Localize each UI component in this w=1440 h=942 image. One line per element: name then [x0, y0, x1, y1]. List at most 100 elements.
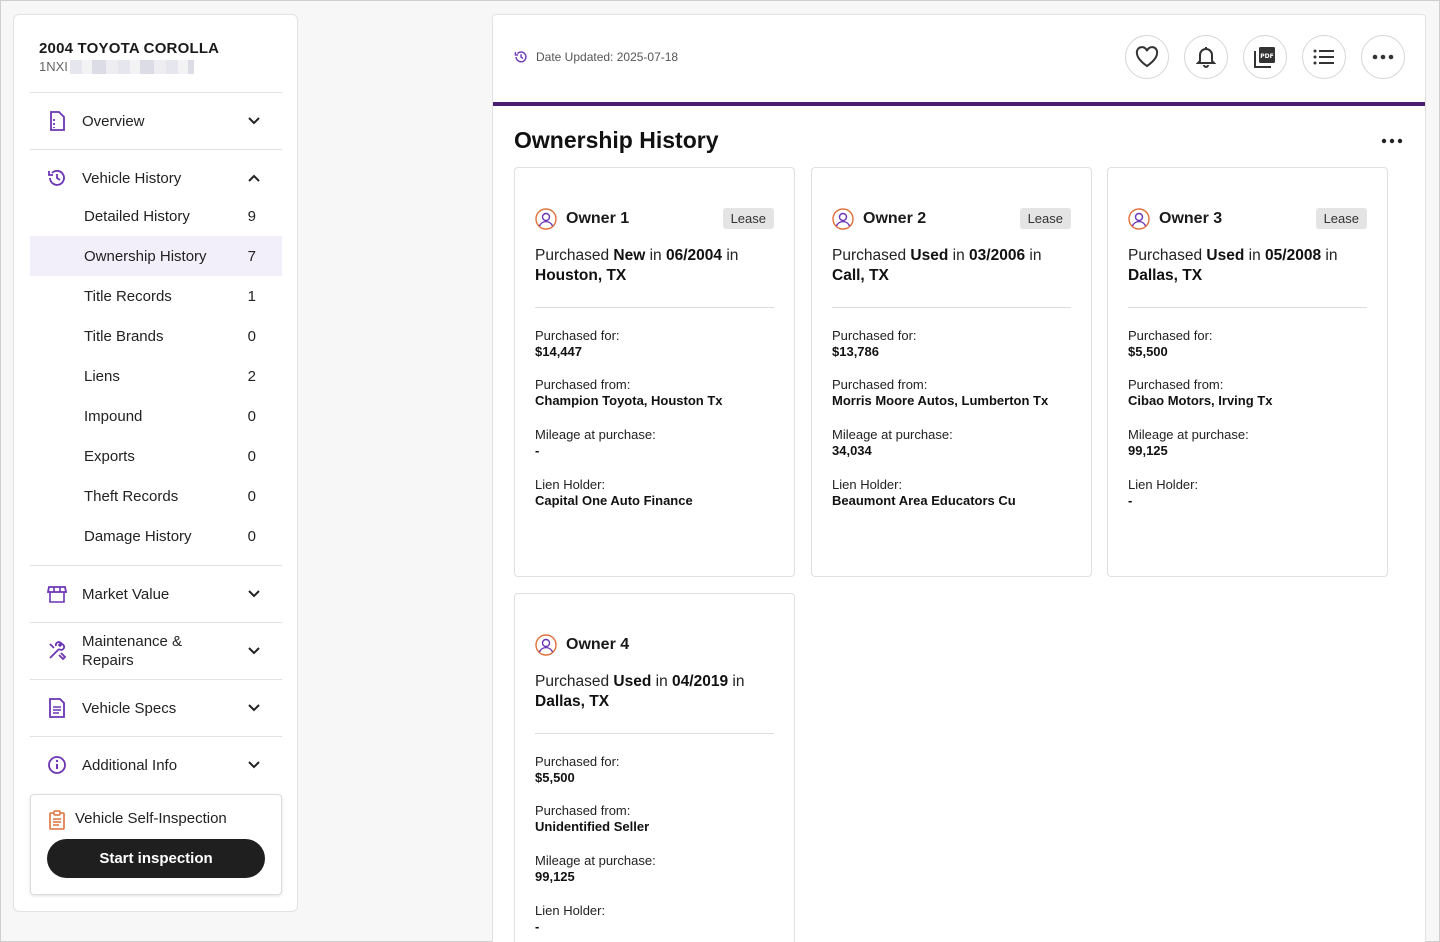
lease-badge: Lease: [722, 208, 774, 229]
sub-count: 0: [247, 327, 256, 345]
in-word: in: [1248, 247, 1261, 264]
purchase-location: Call, TX: [832, 267, 889, 284]
sidebar-item-detailed-history[interactable]: Detailed History 9: [30, 196, 282, 236]
owner-header: Owner 2: [832, 208, 926, 230]
specs-document-icon: [46, 697, 68, 719]
user-circle-icon: [535, 634, 557, 656]
purchase-date: 05/2008: [1265, 247, 1322, 264]
field-label: Purchased for:: [535, 754, 620, 769]
purchased-for: Purchased for: $14,447: [535, 328, 620, 359]
mileage-at-purchase: Mileage at purchase: 99,125: [535, 853, 656, 884]
purchased-from: Purchased from: Morris Moore Autos, Lumbe…: [832, 377, 1048, 408]
nav-overview[interactable]: Overview: [30, 93, 282, 149]
history-icon: [514, 51, 527, 63]
owner-header: Owner 1: [535, 208, 629, 230]
purchased-for: Purchased for: $5,500: [1128, 328, 1213, 359]
field-label: Mileage at purchase:: [1128, 427, 1249, 442]
more-horizontal-icon: [1372, 54, 1394, 60]
nav-maintenance-label: Maintenance & Repairs: [82, 632, 182, 670]
field-value: Morris Moore Autos, Lumberton Tx: [832, 393, 1049, 408]
favorite-button[interactable]: [1125, 35, 1169, 79]
sidebar-item-impound[interactable]: Impound 0: [30, 396, 282, 436]
sidebar-item-title-brands[interactable]: Title Brands 0: [30, 316, 282, 356]
condition: Used: [1206, 247, 1245, 264]
mileage-at-purchase: Mileage at purchase: -: [535, 427, 656, 458]
sub-label: Damage History: [84, 527, 192, 545]
purchase-date: 04/2019: [672, 673, 729, 690]
purchased-word: Purchased: [535, 673, 610, 690]
lease-badge: Lease: [1019, 208, 1071, 229]
document-icon: [46, 110, 68, 132]
field-label: Lien Holder:: [535, 903, 606, 918]
sub-count: 0: [247, 407, 256, 425]
in-word: in: [726, 247, 739, 264]
heart-icon: [1135, 46, 1159, 68]
maintenance-line2: Repairs: [82, 652, 134, 669]
field-value: $5,500: [1128, 344, 1168, 359]
owner-header: Owner 3: [1128, 208, 1222, 230]
main-panel: Date Updated: 2025-07-18 PDF Ownership H…: [492, 14, 1426, 942]
info-icon: [46, 754, 68, 776]
lien-holder: Lien Holder: -: [1128, 477, 1198, 508]
divider: [535, 307, 774, 308]
sub-label: Exports: [84, 447, 135, 465]
chevron-down-icon: [248, 590, 260, 598]
sub-count: 9: [247, 207, 256, 225]
more-horizontal-icon[interactable]: [1381, 133, 1403, 149]
field-value: -: [535, 919, 540, 934]
sub-label: Title Records: [84, 287, 172, 305]
field-value: 99,125: [535, 869, 575, 884]
date-updated: Date Updated: 2025-07-18: [514, 50, 678, 64]
purchased-from: Purchased from: Unidentified Seller: [535, 803, 649, 834]
purchase-summary: Purchased Used in 05/2008 in Dallas, TX: [1128, 246, 1373, 286]
condition: Used: [910, 247, 949, 264]
purchase-summary: Purchased New in 06/2004 in Houston, TX: [535, 246, 780, 286]
maintenance-line1: Maintenance &: [82, 633, 183, 650]
inspection-title: Vehicle Self-Inspection: [75, 810, 227, 827]
nav-vehicle-specs[interactable]: Vehicle Specs: [30, 680, 282, 736]
field-label: Purchased from:: [535, 377, 631, 392]
nav-vehicle-specs-label: Vehicle Specs: [82, 699, 177, 717]
sidebar-item-title-records[interactable]: Title Records 1: [30, 276, 282, 316]
field-value: Beaumont Area Educators Cu: [832, 493, 1016, 508]
nav-additional-info[interactable]: Additional Info: [30, 737, 282, 793]
sub-count: 7: [247, 247, 256, 265]
lien-holder: Lien Holder: Capital One Auto Finance: [535, 477, 693, 508]
divider: [535, 733, 774, 734]
list-view-button[interactable]: [1302, 35, 1346, 79]
field-value: -: [1128, 493, 1133, 508]
nav-market-value[interactable]: Market Value: [30, 566, 282, 622]
lien-holder: Lien Holder: Beaumont Area Educators Cu: [832, 477, 1016, 508]
field-label: Purchased for:: [1128, 328, 1213, 343]
sidebar-item-damage-history[interactable]: Damage History 0: [30, 516, 282, 556]
mileage-at-purchase: Mileage at purchase: 34,034: [832, 427, 953, 458]
sidebar-item-liens[interactable]: Liens 2: [30, 356, 282, 396]
storefront-icon: [46, 583, 68, 605]
sub-label: Detailed History: [84, 207, 190, 225]
field-value: Unidentified Seller: [535, 819, 650, 834]
field-label: Purchased from:: [1128, 377, 1224, 392]
field-value: Capital One Auto Finance: [535, 493, 693, 508]
sidebar-item-ownership-history[interactable]: Ownership History 7: [30, 236, 282, 276]
more-options-button[interactable]: [1361, 35, 1405, 79]
pdf-button[interactable]: PDF: [1243, 35, 1287, 79]
field-value: $13,786: [832, 344, 879, 359]
sidebar-item-theft-records[interactable]: Theft Records 0: [30, 476, 282, 516]
sidebar-item-exports[interactable]: Exports 0: [30, 436, 282, 476]
sub-count: 0: [247, 527, 256, 545]
in-word: in: [1029, 247, 1042, 264]
owner-name: Owner 2: [863, 210, 927, 227]
owner-name: Owner 1: [566, 210, 630, 227]
user-circle-icon: [1128, 208, 1150, 230]
lien-holder: Lien Holder: -: [535, 903, 605, 934]
nav-maintenance-repairs[interactable]: Maintenance & Repairs: [30, 623, 282, 679]
divider: [832, 307, 1071, 308]
chevron-up-icon: [248, 174, 260, 182]
purchased-word: Purchased: [832, 247, 907, 264]
field-label: Lien Holder:: [832, 477, 903, 492]
list-icon: [1313, 49, 1334, 65]
sub-label: Title Brands: [84, 327, 164, 345]
notifications-button[interactable]: [1184, 35, 1228, 79]
start-inspection-button[interactable]: Start inspection: [47, 839, 265, 878]
field-label: Purchased for:: [535, 328, 620, 343]
